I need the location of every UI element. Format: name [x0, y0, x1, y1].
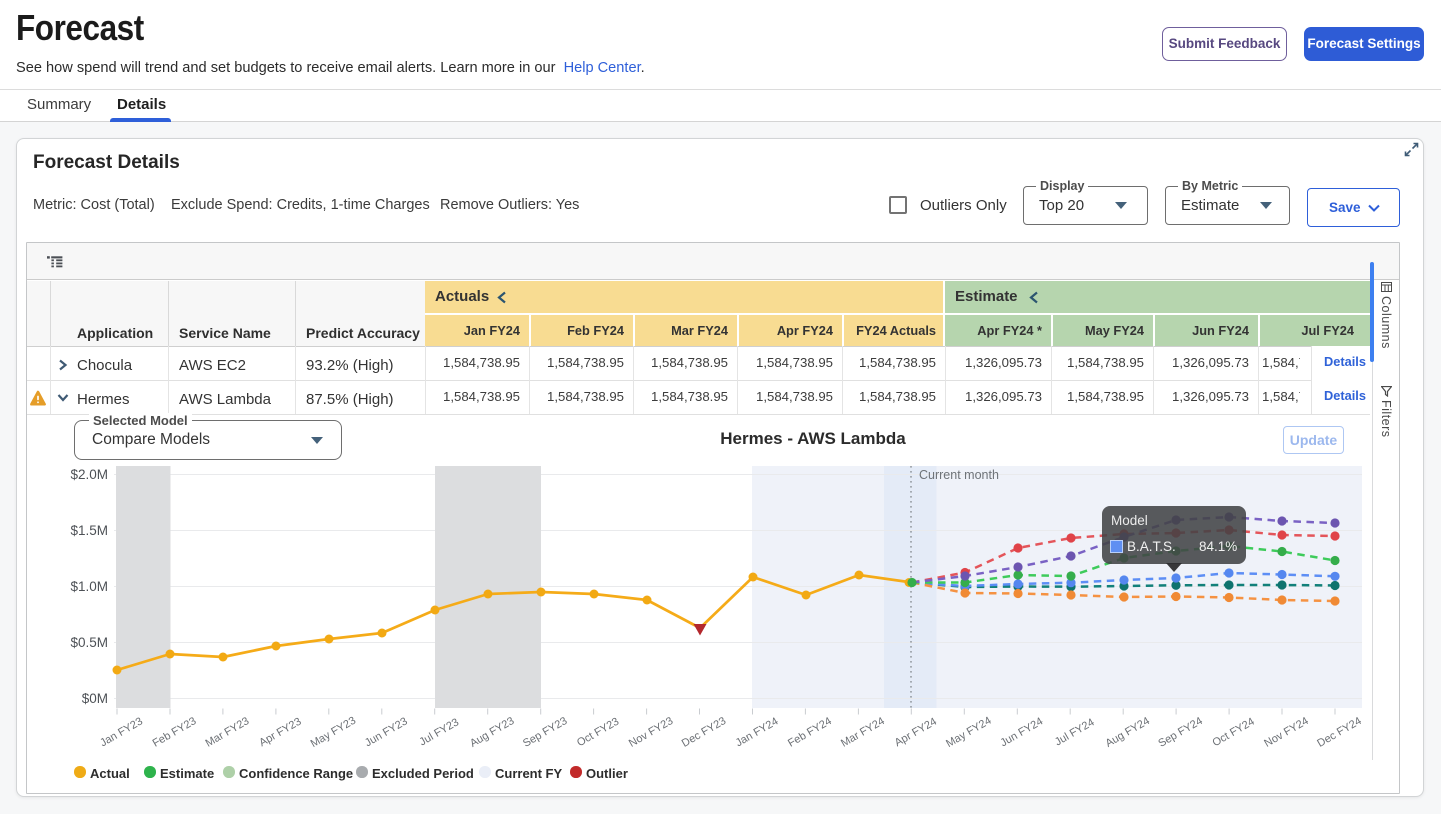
svg-text:Oct FY23: Oct FY23	[575, 716, 621, 750]
svg-text:Jan FY24: Jan FY24	[734, 715, 781, 749]
svg-text:Oct FY24: Oct FY24	[1210, 716, 1256, 750]
svg-text:$0.5M: $0.5M	[70, 635, 108, 650]
svg-text:Jun FY23: Jun FY23	[363, 715, 410, 749]
svg-text:May FY24: May FY24	[944, 715, 993, 750]
svg-text:Aug FY24: Aug FY24	[1104, 715, 1152, 750]
svg-text:$1.0M: $1.0M	[70, 579, 108, 594]
svg-text:Apr FY23: Apr FY23	[257, 716, 303, 750]
svg-text:Sep FY24: Sep FY24	[1156, 715, 1204, 750]
svg-text:$1.5M: $1.5M	[70, 523, 108, 538]
svg-text:Dec FY24: Dec FY24	[1315, 715, 1363, 750]
svg-text:Feb FY23: Feb FY23	[151, 715, 199, 750]
svg-text:Feb FY24: Feb FY24	[786, 715, 834, 750]
svg-text:Aug FY23: Aug FY23	[468, 715, 516, 750]
svg-text:$2.0M: $2.0M	[70, 467, 108, 482]
svg-text:Mar FY23: Mar FY23	[203, 715, 251, 750]
svg-text:Jan FY23: Jan FY23	[98, 715, 145, 749]
svg-text:Mar FY24: Mar FY24	[839, 715, 887, 750]
svg-text:May FY23: May FY23	[309, 715, 358, 750]
svg-text:Sep FY23: Sep FY23	[521, 715, 569, 750]
svg-text:Current month: Current month	[919, 468, 999, 482]
svg-text:Apr FY24: Apr FY24	[893, 716, 939, 750]
svg-text:Nov FY24: Nov FY24	[1262, 715, 1310, 750]
svg-text:$0M: $0M	[82, 691, 108, 706]
svg-text:Nov FY23: Nov FY23	[627, 715, 675, 750]
svg-text:Dec FY23: Dec FY23	[680, 715, 728, 750]
svg-text:Jul FY23: Jul FY23	[417, 716, 461, 748]
svg-text:Jul FY24: Jul FY24	[1053, 716, 1097, 748]
svg-text:Jun FY24: Jun FY24	[998, 715, 1045, 749]
